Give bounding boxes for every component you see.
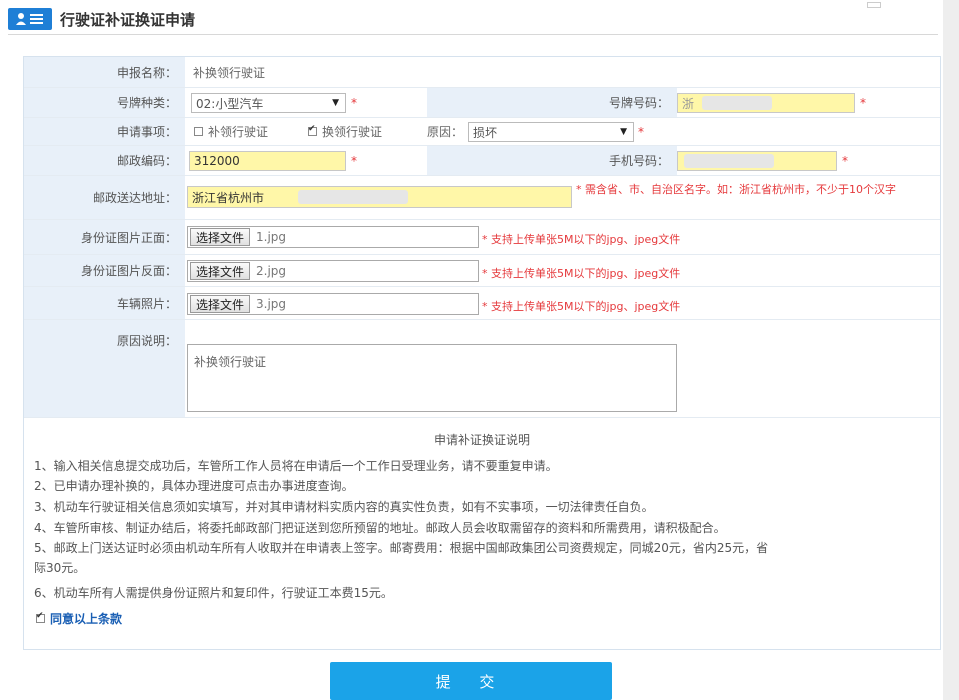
required-mark: *	[842, 154, 848, 168]
plate-number-redacted	[702, 96, 772, 110]
id-front-label: 身份证图片正面：	[24, 220, 185, 254]
vehicle-photo-hint: * 支持上传单张5M以下的jpg、jpeg文件	[482, 300, 681, 313]
row-id-back: 身份证图片反面： 选择文件 2.jpg * 支持上传单张5M以下的jpg、jpe…	[24, 255, 940, 287]
row-id-front: 身份证图片正面： 选择文件 1.jpg * 支持上传单张5M以下的jpg、jpe…	[24, 220, 940, 255]
chevron-down-icon: ▼	[332, 98, 339, 108]
plate-number-label: 号牌号码：	[427, 88, 677, 117]
id-front-file-name: 1.jpg	[256, 230, 287, 244]
vehicle-photo-file-input[interactable]: 选择文件 3.jpg	[187, 293, 479, 315]
header-divider	[8, 34, 938, 35]
submit-button[interactable]: 提 交	[330, 662, 612, 700]
row-address: 邮政送达地址： 浙江省杭州市 * 需含省、市、自治区名字。如：浙江省杭州市，不少…	[24, 176, 940, 220]
agree-label: 同意以上条款	[50, 612, 123, 626]
reason-value: 损坏	[473, 125, 498, 140]
choose-file-button[interactable]: 选择文件	[190, 228, 251, 246]
id-front-hint: * 支持上传单张5M以下的jpg、jpeg文件	[482, 233, 681, 246]
row-postcode-phone: 邮政编码： 312000 * 手机号码： *	[24, 146, 940, 176]
page-title: 行驶证补证换证申请	[60, 10, 196, 29]
required-mark: *	[638, 125, 644, 139]
id-back-hint: * 支持上传单张5M以下的jpg、jpeg文件	[482, 267, 681, 280]
note-item: 3、机动车行驶证相关信息须如实填写，并对其申请材料实质内容的真实性负责，如有不实…	[34, 500, 654, 514]
address-input[interactable]: 浙江省杭州市	[187, 186, 572, 208]
plate-type-select[interactable]: 02:小型汽车 ▼	[191, 93, 346, 113]
choose-file-button[interactable]: 选择文件	[190, 262, 251, 280]
option-exchange-label: 换领行驶证	[322, 125, 383, 139]
address-hint: * 需含省、市、自治区名字。如：浙江省杭州市，不少于10个汉字	[576, 183, 896, 196]
row-reason-desc: 原因说明： 补换领行驶证	[24, 320, 940, 418]
option-replace-lost-label: 补领行驶证	[208, 125, 269, 139]
page-scrollbar[interactable]	[943, 0, 959, 700]
row-apply-name: 申报名称： 补换领行驶证	[24, 57, 940, 88]
note-item: 2、已申请办理补换的，具体办理进度可点击办事进度查询。	[34, 479, 354, 493]
apply-item-label: 申请事项：	[24, 118, 185, 145]
row-apply-item: 申请事项： 补领行驶证 换领行驶证 原因： 损坏 ▼ *	[24, 118, 940, 146]
id-back-file-name: 2.jpg	[256, 264, 287, 278]
reason-select[interactable]: 损坏 ▼	[468, 122, 634, 142]
address-redacted	[298, 190, 408, 204]
plate-number-prefix: 浙	[682, 96, 695, 111]
checkbox-replace-lost[interactable]	[194, 127, 203, 136]
phone-label: 手机号码：	[427, 146, 677, 175]
address-value: 浙江省杭州市	[192, 190, 265, 205]
apply-name-label: 申报名称：	[24, 57, 185, 87]
note-item: 际30元。	[34, 561, 86, 575]
plate-type-label: 号牌种类：	[24, 88, 185, 117]
note-item: 1、输入相关信息提交成功后，车管所工作人员将在申请后一个工作日受理业务，请不要重…	[34, 459, 558, 473]
note-item: 4、车管所审核、制证办结后，将委托邮政部门把证送到您所预留的地址。邮政人员会收取…	[34, 521, 726, 535]
id-front-file-input[interactable]: 选择文件 1.jpg	[187, 226, 479, 248]
user-list-icon	[8, 8, 52, 30]
page-header: 行驶证补证换证申请	[8, 8, 195, 30]
vehicle-photo-label: 车辆照片：	[24, 287, 185, 319]
phone-redacted	[684, 154, 774, 168]
agree-terms[interactable]: 同意以上条款	[36, 610, 122, 627]
required-mark: *	[351, 96, 357, 110]
id-back-file-input[interactable]: 选择文件 2.jpg	[187, 260, 479, 282]
row-plate: 号牌种类： 02:小型汽车 ▼ * 号牌号码： 浙 *	[24, 88, 940, 118]
user-list-icon-glyph	[16, 13, 43, 25]
option-exchange[interactable]: 换领行驶证	[308, 118, 382, 145]
vehicle-photo-file-name: 3.jpg	[256, 297, 287, 311]
note-item: 6、机动车所有人需提供身份证照片和复印件，行驶证工本费15元。	[34, 586, 393, 600]
postcode-label: 邮政编码：	[24, 146, 185, 175]
phone-input[interactable]	[677, 151, 837, 171]
chevron-down-icon: ▼	[620, 127, 627, 137]
checkbox-exchange[interactable]	[308, 124, 317, 136]
choose-file-button[interactable]: 选择文件	[190, 295, 251, 313]
plate-type-value: 02:小型汽车	[196, 96, 264, 111]
id-back-label: 身份证图片反面：	[24, 255, 185, 286]
agree-checkbox[interactable]	[36, 611, 45, 623]
plate-number-input[interactable]: 浙	[677, 93, 855, 113]
reason-desc-textarea[interactable]: 补换领行驶证	[187, 344, 677, 412]
note-item: 5、邮政上门送达证时必须由机动车所有人收取并在申请表上签字。邮寄费用：根据中国邮…	[34, 541, 769, 555]
row-vehicle-photo: 车辆照片： 选择文件 3.jpg * 支持上传单张5M以下的jpg、jpeg文件	[24, 287, 940, 320]
required-mark: *	[860, 96, 866, 110]
address-label: 邮政送达地址：	[24, 176, 185, 219]
window-control-icon[interactable]	[867, 2, 881, 8]
application-form: 申报名称： 补换领行驶证 号牌种类： 02:小型汽车 ▼ * 号牌号码： 浙 *…	[23, 56, 941, 650]
notes-title: 申请补证换证说明	[433, 433, 530, 447]
apply-name-value: 补换领行驶证	[193, 65, 266, 80]
reason-label: 原因：	[427, 125, 464, 139]
option-replace-lost[interactable]: 补领行驶证	[194, 118, 268, 145]
reason-desc-label: 原因说明：	[24, 320, 185, 417]
required-mark: *	[351, 154, 357, 168]
postcode-input[interactable]: 312000	[189, 151, 346, 171]
